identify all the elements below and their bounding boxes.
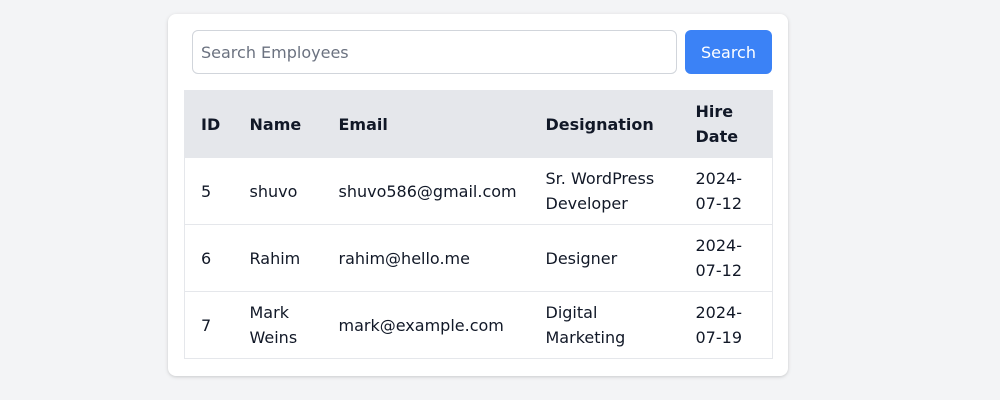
cell-id: 5 (201, 181, 212, 201)
table-row: 5 shuvo shuvo586@gmail.com Sr. WordPress… (184, 157, 773, 225)
column-header-designation: Designation (545, 114, 654, 134)
cell-email: rahim@hello.me (338, 248, 470, 268)
cell-id: 7 (201, 315, 212, 335)
table-body: 5 shuvo shuvo586@gmail.com Sr. WordPress… (184, 157, 773, 359)
table-header-row: ID Name Email Designation Hire Date (184, 90, 773, 158)
cell-hire-date: 2024-07-12 (695, 169, 743, 213)
cell-id: 6 (201, 248, 212, 268)
cell-email: mark@example.com (338, 315, 504, 335)
search-input[interactable] (192, 30, 677, 74)
cell-name: shuvo (249, 181, 298, 201)
cell-name: Rahim (249, 248, 301, 268)
column-header-id: ID (201, 114, 221, 134)
table-row: 7 Mark Weins mark@example.com Digital Ma… (184, 291, 773, 359)
cell-email: shuvo586@gmail.com (338, 181, 517, 201)
cell-hire-date: 2024-07-12 (695, 236, 743, 280)
cell-name: Mark Weins (249, 303, 298, 347)
column-header-email: Email (338, 114, 388, 134)
search-row: Search (192, 30, 772, 74)
employee-card: Search ID Name Email Designation Hire Da… (168, 14, 788, 376)
cell-designation: Sr. WordPress Developer (545, 169, 655, 213)
cell-hire-date: 2024-07-19 (695, 303, 743, 347)
table-row: 6 Rahim rahim@hello.me Designer 2024-07-… (184, 224, 773, 292)
employee-table: ID Name Email Designation Hire Date 5 sh… (184, 90, 773, 359)
cell-designation: Digital Marketing (545, 303, 626, 347)
cell-designation: Designer (545, 248, 618, 268)
column-header-hire-date: Hire Date (695, 102, 739, 146)
search-button[interactable]: Search (685, 30, 772, 74)
table-header: ID Name Email Designation Hire Date (184, 90, 773, 158)
column-header-name: Name (249, 114, 302, 134)
